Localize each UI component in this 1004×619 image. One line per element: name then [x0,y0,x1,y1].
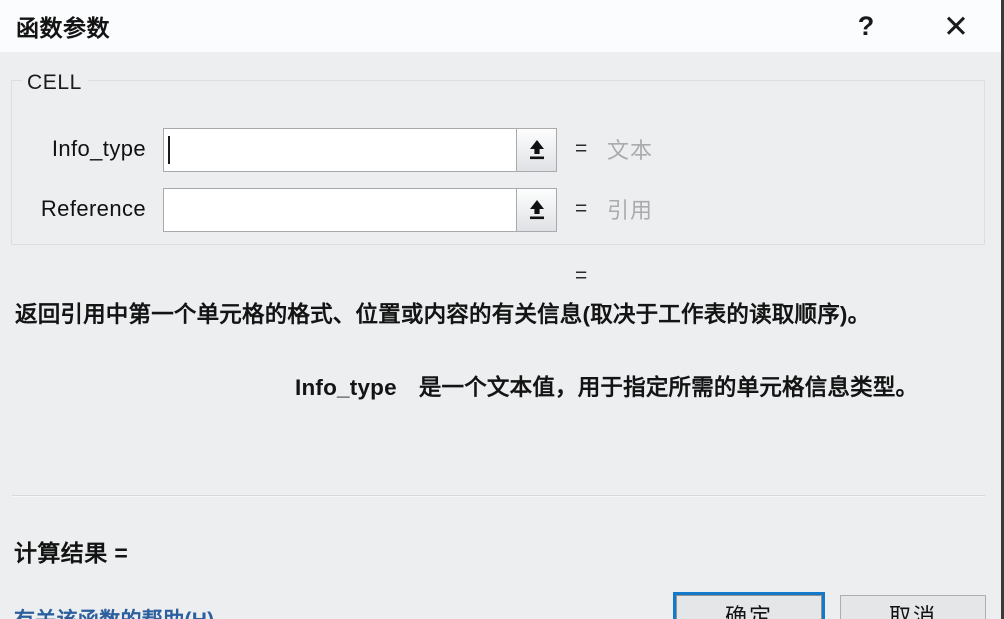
collapse-arrow-up-icon [529,200,544,220]
help-button[interactable]: ? [838,0,894,52]
groupbox-label-cell: CELL [22,72,88,94]
argument-input-info-type[interactable] [164,129,516,171]
collapse-dialog-button-reference[interactable] [516,189,556,231]
argument-label-info-type: Info_type [51,136,146,161]
argument-label-reference: Reference [40,196,146,221]
argument-help-text: 是一个文本值，用于指定所需的单元格信息类型。 [418,375,919,400]
argument-row-reference: Reference = 引用 [0,186,1001,232]
argument-result-hint-reference: 引用 [607,198,654,223]
close-button[interactable]: ✕ [928,0,984,52]
argument-row-info-type: Info_type = 文本 [0,126,1001,172]
function-description: 返回引用中第一个单元格的格式、位置或内容的有关信息(取决于工作表的读取顺序)。 [15,302,871,327]
close-icon: ✕ [943,8,969,44]
function-help-link[interactable]: 有关该函数的帮助(H) [14,604,214,619]
titlebar: 函数参数 ? ✕ [0,0,1001,52]
cancel-button[interactable]: 取消 [840,595,986,619]
collapse-dialog-button-info-type[interactable] [516,129,556,171]
argument-equals-info-type: = [575,137,588,160]
calculation-result-label: 计算结果 = [14,540,129,566]
question-mark-icon: ? [857,10,875,41]
function-arguments-dialog: 函数参数 ? ✕ CELL Info_type = 文本 Reference =… [0,0,1004,619]
argument-input-wrap-reference [163,188,557,232]
argument-equals-reference: = [575,197,588,220]
horizontal-separator [12,495,985,497]
argument-input-reference[interactable] [164,189,516,231]
dialog-body: CELL Info_type = 文本 Reference = 引用 = 返回引… [0,52,1001,619]
text-caret [168,136,170,164]
ok-button[interactable]: 确定 [673,592,825,619]
argument-help-name: Info_type [295,375,397,400]
argument-result-hint-info-type: 文本 [607,138,654,163]
argument-input-wrap-info-type [163,128,557,172]
formula-result-equals: = [575,264,588,287]
collapse-arrow-up-icon [529,140,544,160]
argument-help: Info_type 是一个文本值，用于指定所需的单元格信息类型。 [295,370,995,402]
dialog-title: 函数参数 [16,15,110,41]
